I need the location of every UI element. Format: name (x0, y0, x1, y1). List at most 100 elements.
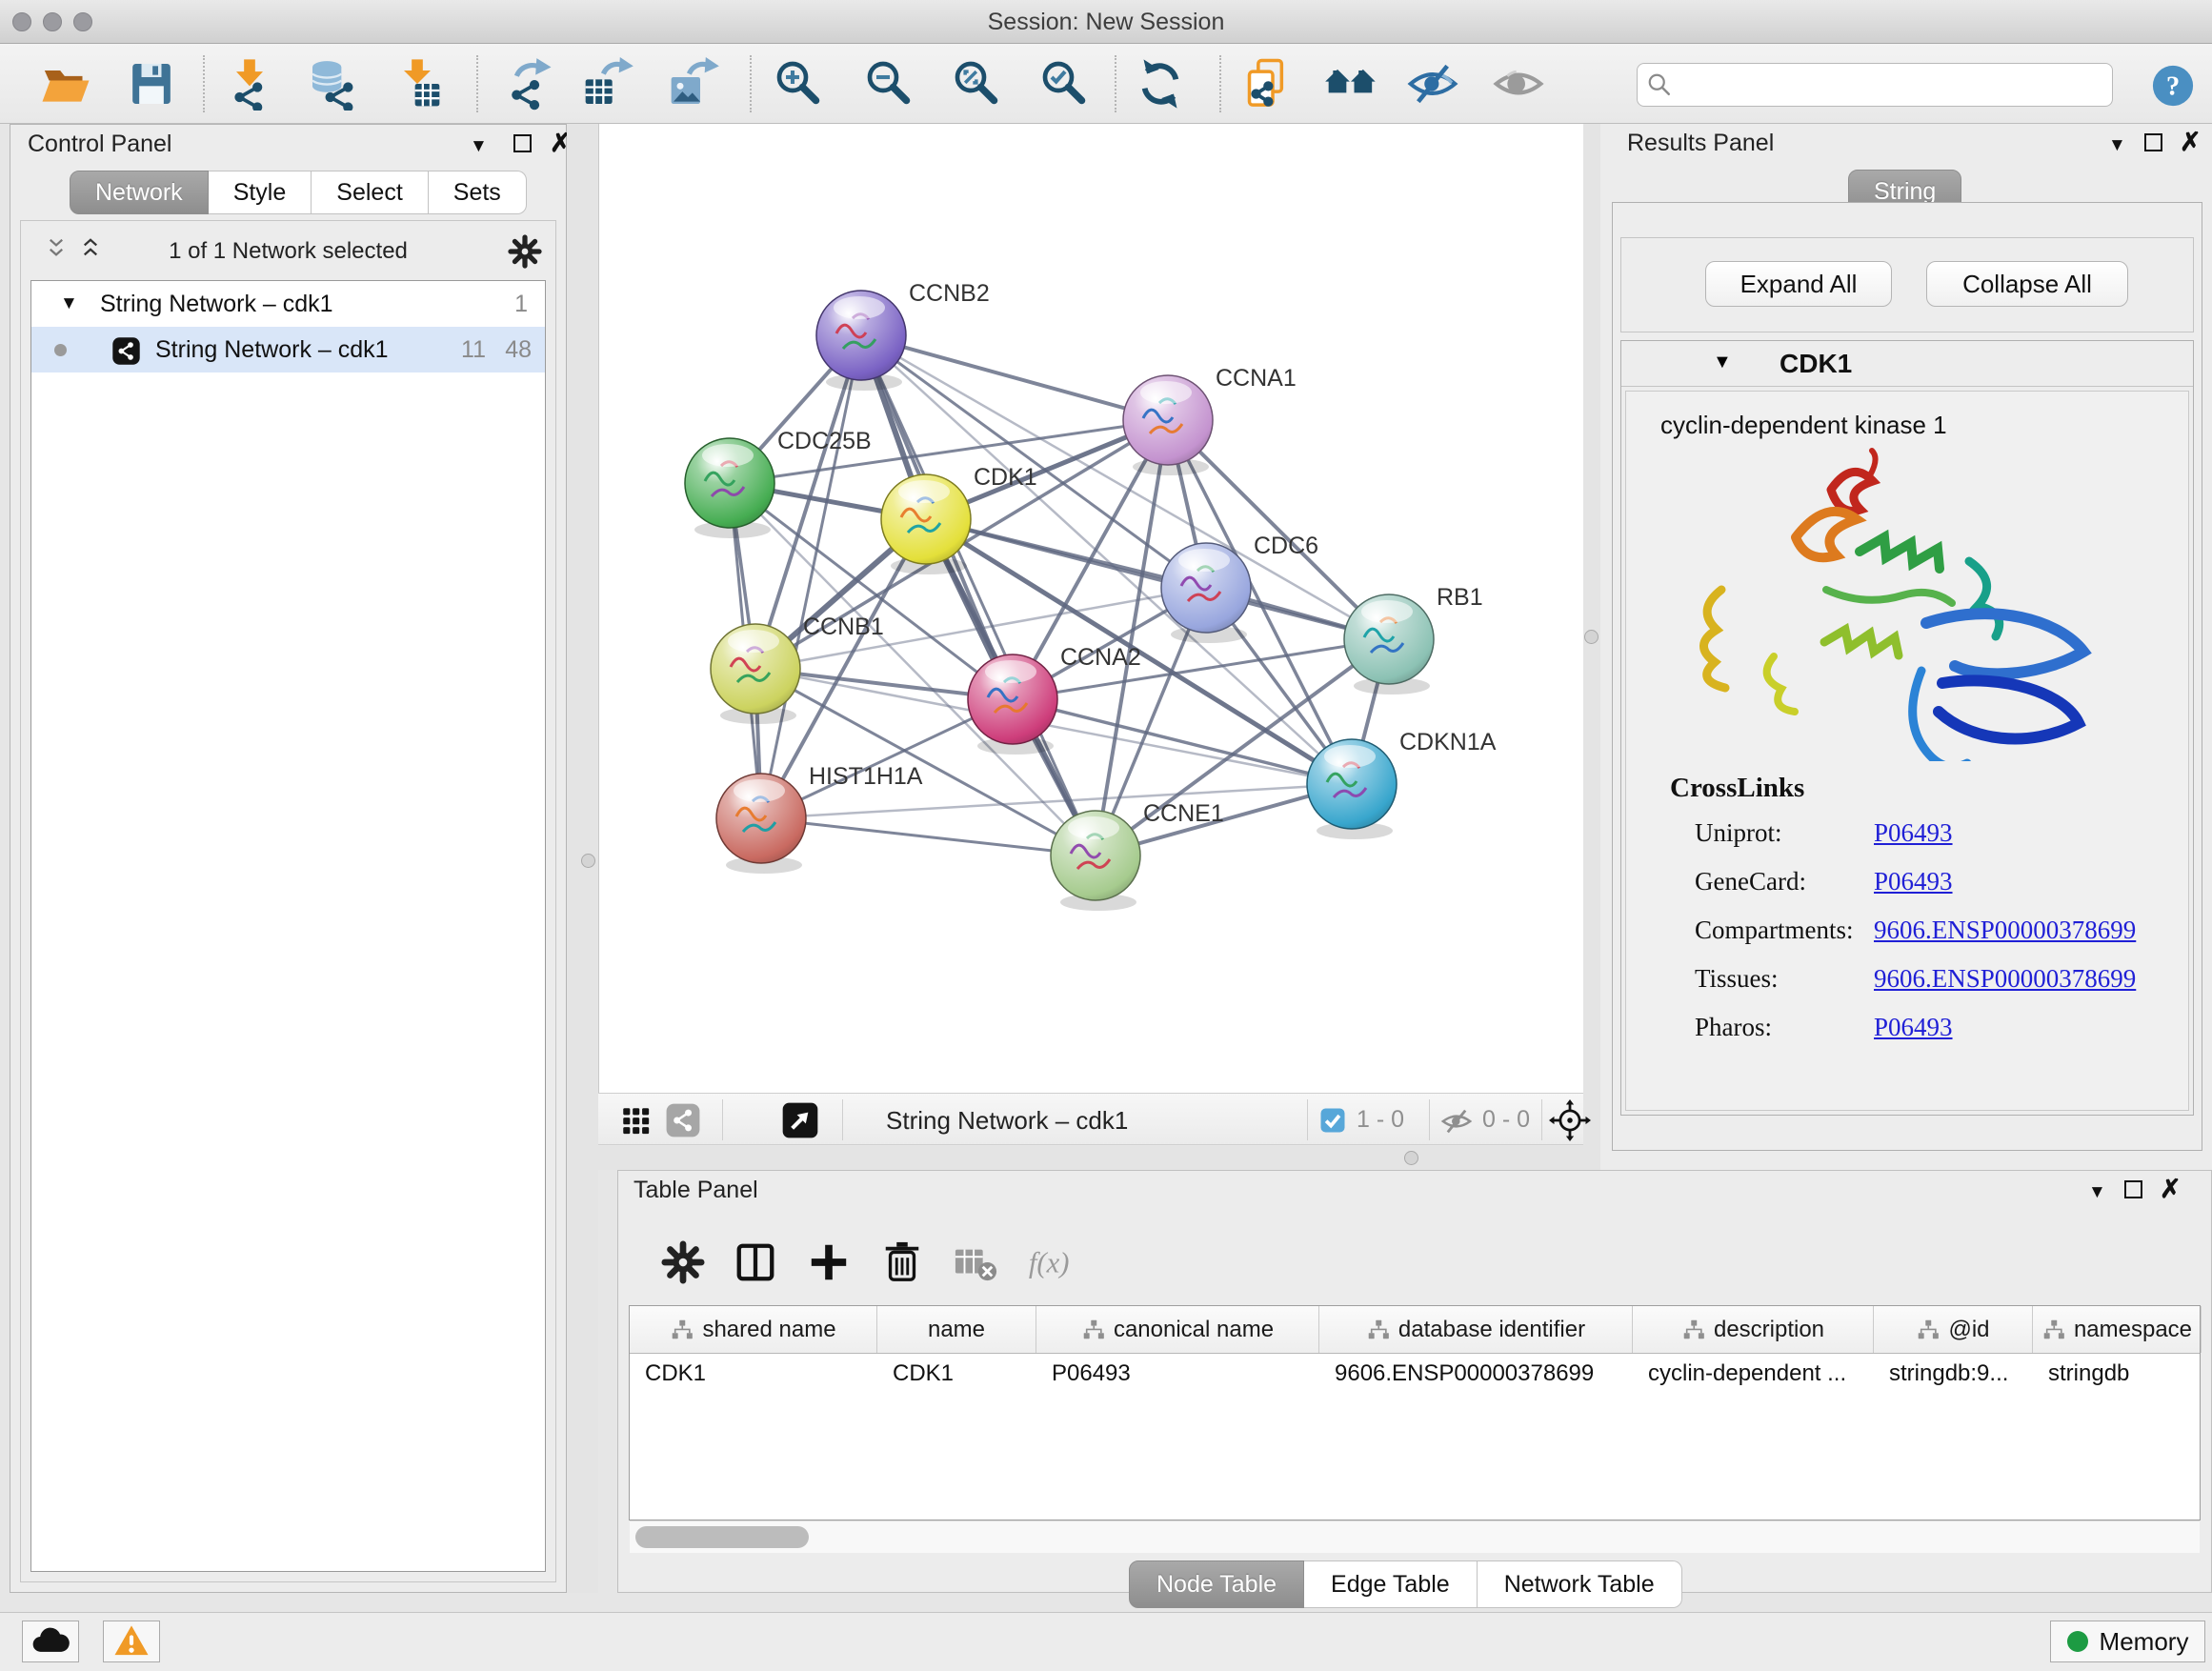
show-hidden-icon[interactable] (1492, 57, 1545, 111)
zoom-selected-icon[interactable] (1038, 57, 1092, 111)
network-options-gear-icon[interactable] (508, 234, 542, 269)
delete-column-icon[interactable] (880, 1240, 924, 1284)
edge-CCNB2-HIST1H1A[interactable] (761, 335, 861, 818)
table-cell[interactable]: CDK1 (630, 1354, 877, 1396)
node-CDKN1A[interactable]: CDKN1A (1307, 729, 1497, 839)
grid-view-icon[interactable] (619, 1104, 652, 1137)
export-network-icon[interactable] (501, 57, 554, 111)
cloud-status-button[interactable] (22, 1621, 79, 1662)
birds-eye-view-icon[interactable] (781, 1101, 819, 1139)
table-panel-collapse-icon[interactable]: ▼ (2088, 1182, 2106, 1203)
open-session-icon[interactable] (39, 57, 92, 111)
hidden-items-eye-icon[interactable] (1440, 1105, 1473, 1137)
string-results-container: Expand All Collapse All ▼ CDK1 cyclin-de… (1612, 202, 2202, 1151)
edge-CCNE1-HIST1H1A[interactable] (761, 818, 1096, 856)
crosslink-link[interactable]: 9606.ENSP00000378699 (1874, 964, 2136, 994)
network-type-icon[interactable] (665, 1102, 701, 1138)
right-splitter-handle[interactable] (1584, 630, 1599, 644)
refresh-view-icon[interactable] (1134, 57, 1187, 111)
table-cell[interactable]: stringdb:9... (1874, 1354, 2033, 1396)
export-image-icon[interactable] (667, 57, 720, 111)
network-manager-header: 1 of 1 Network selected (21, 231, 555, 272)
node-RB1[interactable]: RB1 (1344, 584, 1483, 695)
crosslink-link[interactable]: P06493 (1874, 1013, 1953, 1042)
node-CDK1[interactable]: CDK1 (881, 464, 1037, 574)
column-header-database-identifier[interactable]: database identifier (1319, 1306, 1633, 1353)
network-view-canvas[interactable]: CCNB2 CCNA1 CDC25B CDK1 CDC6 RB1 CCNB1 C… (598, 124, 1583, 1093)
control-panel-float-icon[interactable] (513, 134, 532, 157)
tab-style[interactable]: Style (209, 171, 312, 214)
table-cell[interactable]: 9606.ENSP00000378699 (1319, 1354, 1633, 1396)
node-CDC6[interactable]: CDC6 (1161, 533, 1318, 643)
control-panel-collapse-icon[interactable]: ▼ (470, 136, 488, 157)
selected-items-checkbox-icon[interactable] (1318, 1106, 1347, 1135)
table-cell[interactable]: CDK1 (877, 1354, 1036, 1396)
cdk1-collapse-caret-icon[interactable]: ▼ (1713, 352, 1732, 373)
crosslink-link[interactable]: P06493 (1874, 818, 1953, 848)
memory-button[interactable]: Memory (2050, 1621, 2205, 1662)
crosslink-link[interactable]: 9606.ENSP00000378699 (1874, 916, 2136, 945)
search-input[interactable] (1637, 63, 2113, 107)
table-horizontal-scrollbar[interactable] (630, 1520, 2200, 1553)
search-icon (1646, 71, 1675, 100)
column-header-namespace[interactable]: namespace (2033, 1306, 2202, 1353)
show-columns-icon[interactable] (734, 1240, 777, 1284)
tab-sets[interactable]: Sets (429, 171, 527, 214)
zoom-in-icon[interactable] (773, 57, 826, 111)
bottom-splitter-handle[interactable] (1404, 1151, 1418, 1165)
import-table-icon[interactable] (391, 57, 444, 111)
column-header-name[interactable]: name (877, 1306, 1036, 1353)
crosslink-row: Pharos:P06493 (1695, 1013, 2171, 1042)
table-row[interactable]: CDK1CDK1P064939606.ENSP00000378699cyclin… (630, 1354, 2200, 1396)
import-network-icon[interactable] (223, 57, 276, 111)
table-cell[interactable]: P06493 (1036, 1354, 1319, 1396)
network-row-selected[interactable]: String Network – cdk1 11 48 (31, 327, 545, 372)
cdk1-details: cyclin-dependent kinase 1 (1625, 391, 2189, 1111)
column-header-shared-name[interactable]: shared name (630, 1306, 877, 1353)
node-HIST1H1A[interactable]: HIST1H1A (716, 763, 923, 874)
node-label-CDC6: CDC6 (1254, 533, 1318, 559)
column-header--id[interactable]: @id (1874, 1306, 2033, 1353)
column-header-description[interactable]: description (1633, 1306, 1874, 1353)
tab-node-table[interactable]: Node Table (1129, 1560, 1304, 1608)
zoom-fit-icon[interactable] (951, 57, 1004, 111)
results-panel-collapse-icon[interactable]: ▼ (2108, 135, 2126, 156)
hide-selected-icon[interactable] (1406, 57, 1459, 111)
tab-network-table[interactable]: Network Table (1478, 1560, 1682, 1608)
collection-expand-caret-icon[interactable]: ▼ (60, 281, 78, 327)
network-collection-row[interactable]: ▼ String Network – cdk1 1 (31, 281, 545, 327)
import-from-database-icon[interactable] (306, 57, 359, 111)
results-panel-close-icon[interactable]: ✗ (2180, 130, 2202, 155)
node-CCNE1[interactable]: CCNE1 (1051, 800, 1224, 911)
add-column-icon[interactable] (807, 1240, 851, 1284)
table-panel-close-icon[interactable]: ✗ (2160, 1177, 2182, 1202)
tab-edge-table[interactable]: Edge Table (1304, 1560, 1478, 1608)
string-network-graph[interactable]: CCNB2 CCNA1 CDC25B CDK1 CDC6 RB1 CCNB1 C… (599, 124, 1584, 1093)
table-panel-float-icon[interactable] (2124, 1180, 2142, 1203)
edge-CCNA2-CDKN1A[interactable] (1013, 699, 1352, 784)
scrollbar-thumb[interactable] (635, 1526, 809, 1548)
collapse-all-button[interactable]: Collapse All (1926, 261, 2128, 307)
expand-all-button[interactable]: Expand All (1705, 261, 1892, 307)
help-button[interactable]: ? (2151, 64, 2195, 108)
left-splitter-handle[interactable] (581, 854, 595, 868)
column-header-canonical-name[interactable]: canonical name (1036, 1306, 1319, 1353)
tab-select[interactable]: Select (312, 171, 428, 214)
crosslink-label: Uniprot: (1695, 818, 1782, 847)
results-panel-float-icon[interactable] (2144, 133, 2162, 156)
crosslink-link[interactable]: P06493 (1874, 867, 1953, 896)
cdk1-section-header[interactable]: ▼ CDK1 (1621, 341, 2193, 387)
fit-selected-crosshair-icon[interactable] (1549, 1099, 1591, 1141)
table-cell[interactable]: stringdb (2033, 1354, 2202, 1396)
copy-network-icon[interactable] (1239, 57, 1293, 111)
hierarchy-column-icon (1681, 1318, 1706, 1342)
table-options-gear-icon[interactable] (661, 1240, 705, 1284)
node-CCNA1[interactable]: CCNA1 (1123, 365, 1297, 475)
table-cell[interactable]: cyclin-dependent ... (1633, 1354, 1874, 1396)
save-session-icon[interactable] (125, 57, 178, 111)
show-network-overview-icon[interactable] (1324, 57, 1377, 111)
tab-network[interactable]: Network (70, 171, 209, 214)
warnings-button[interactable] (103, 1621, 160, 1662)
zoom-out-icon[interactable] (863, 57, 916, 111)
export-table-icon[interactable] (581, 57, 634, 111)
